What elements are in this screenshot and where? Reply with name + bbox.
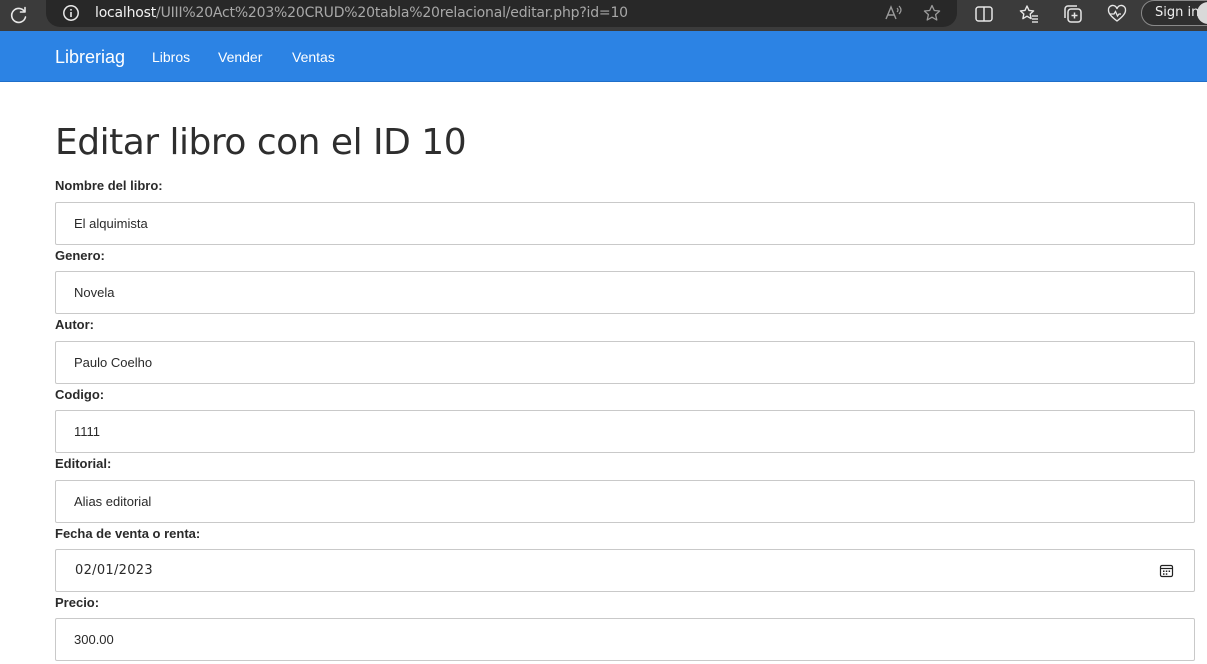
autor-input[interactable]: Paulo Coelho (55, 341, 1195, 384)
editorial-input[interactable]: Alias editorial (55, 480, 1195, 523)
star-icon[interactable] (922, 3, 942, 23)
nav-link-ventas[interactable]: Ventas (292, 49, 335, 65)
label-nombre: Nombre del libro: (55, 178, 163, 193)
browser-toolbar: localhost/UIII%20Act%203%20CRUD%20tabla%… (0, 0, 1207, 31)
split-screen-icon[interactable] (973, 3, 995, 25)
calendar-icon[interactable] (1159, 563, 1174, 578)
nav-link-vender[interactable]: Vender (218, 49, 262, 65)
label-autor: Autor: (55, 317, 94, 332)
url-text[interactable]: localhost/UIII%20Act%203%20CRUD%20tabla%… (95, 5, 628, 21)
genero-input[interactable]: Novela (55, 271, 1195, 314)
url-path: /UIII%20Act%203%20CRUD%20tabla%20relacio… (156, 5, 628, 21)
collections-icon[interactable] (1062, 3, 1084, 25)
fecha-value: 02/01/2023 (75, 563, 153, 578)
navbar: Libreriag Libros Vender Ventas (0, 31, 1207, 82)
nombre-input[interactable]: El alquimista (55, 202, 1195, 245)
reload-icon[interactable] (8, 4, 30, 26)
label-precio: Precio: (55, 595, 100, 610)
info-icon[interactable] (62, 4, 80, 22)
label-editorial: Editorial: (55, 456, 112, 471)
label-genero: Genero: (55, 248, 105, 263)
label-fecha: Fecha de venta o renta: (55, 526, 201, 541)
fecha-date-input[interactable]: 02/01/2023 (55, 549, 1195, 592)
heart-pulse-icon[interactable] (1106, 3, 1128, 25)
favorites-icon[interactable] (1018, 3, 1040, 25)
codigo-input[interactable]: 1111 (55, 410, 1195, 453)
url-host: localhost (95, 5, 157, 21)
precio-input[interactable]: 300.00 (55, 618, 1195, 661)
address-bar[interactable]: localhost/UIII%20Act%203%20CRUD%20tabla%… (46, 0, 957, 27)
navbar-brand[interactable]: Libreriag (55, 47, 125, 68)
label-codigo: Codigo: (55, 387, 105, 402)
nav-link-libros[interactable]: Libros (152, 49, 190, 65)
read-aloud-icon[interactable] (883, 3, 903, 23)
page-title: Editar libro con el ID 10 (55, 122, 467, 163)
